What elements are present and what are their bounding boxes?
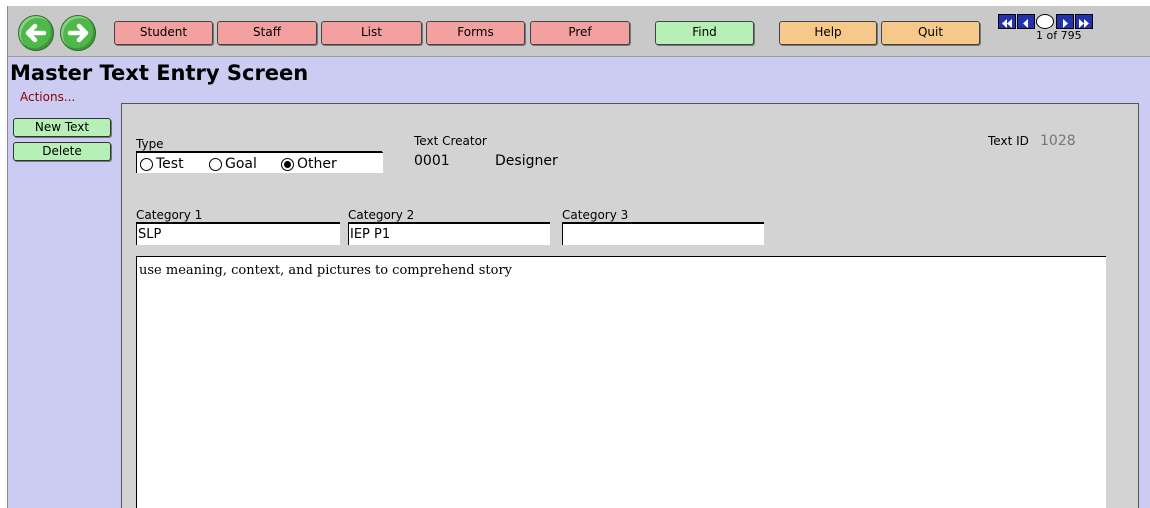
previous-record-icon (1023, 19, 1028, 28)
record-navigator: 1 of 795 (996, 14, 1142, 48)
category2-field[interactable]: IEP P1 (348, 223, 550, 245)
category2-label: Category 2 (348, 208, 550, 223)
app-window: Student Staff List Forms Pref Find Help … (7, 6, 1150, 508)
type-goal-label: Goal (225, 156, 257, 172)
category3-label: Category 3 (562, 208, 764, 223)
student-button[interactable]: Student (114, 21, 213, 45)
type-label: Type (136, 137, 382, 152)
type-test-radio[interactable]: Test (140, 156, 184, 172)
delete-button[interactable]: Delete (13, 142, 111, 161)
category1-field[interactable]: SLP (136, 223, 340, 245)
text-id-value: 1028 (1040, 133, 1076, 149)
page-title: Master Text Entry Screen (10, 61, 309, 85)
arrow-left-icon (25, 23, 47, 43)
previous-record-button[interactable] (1017, 14, 1035, 29)
pref-button[interactable]: Pref (530, 21, 630, 45)
text-creator-label: Text Creator (414, 134, 487, 148)
actions-label: Actions... (20, 90, 76, 104)
new-text-button[interactable]: New Text (13, 118, 111, 137)
text-entry-panel: Type Test Goal Other Text Creator 0001 D… (121, 103, 1139, 508)
find-button[interactable]: Find (655, 21, 754, 45)
last-record-button[interactable] (1075, 14, 1093, 29)
category3-field[interactable] (562, 223, 764, 245)
forms-button[interactable]: Forms (426, 21, 525, 45)
radio-selected-icon (281, 157, 294, 171)
arrow-right-icon (67, 23, 89, 43)
radio-circle-icon (209, 157, 222, 171)
toolbar: Student Staff List Forms Pref Find Help … (8, 6, 1150, 57)
type-test-label: Test (156, 156, 184, 172)
record-slider-icon[interactable] (1036, 14, 1054, 29)
help-button[interactable]: Help (779, 21, 877, 45)
text-creator-id: 0001 (414, 153, 450, 169)
first-record-icon (1002, 19, 1012, 28)
back-button[interactable] (18, 15, 54, 51)
radio-circle-icon (140, 157, 153, 171)
quit-button[interactable]: Quit (881, 21, 980, 45)
text-creator-name: Designer (495, 153, 558, 169)
category1-label: Category 1 (136, 208, 340, 223)
type-goal-radio[interactable]: Goal (209, 156, 257, 172)
staff-button[interactable]: Staff (217, 21, 317, 45)
type-radio-group: Test Goal Other (136, 152, 383, 173)
list-button[interactable]: List (321, 21, 422, 45)
first-record-button[interactable] (998, 14, 1016, 29)
next-record-button[interactable] (1056, 14, 1074, 29)
type-other-label: Other (297, 156, 337, 172)
text-id-label: Text ID (988, 134, 1029, 148)
forward-button[interactable] (60, 15, 96, 51)
text-body-field[interactable]: use meaning, context, and pictures to co… (136, 256, 1106, 508)
type-other-radio[interactable]: Other (281, 156, 337, 172)
record-count: 1 of 795 (1036, 29, 1082, 42)
